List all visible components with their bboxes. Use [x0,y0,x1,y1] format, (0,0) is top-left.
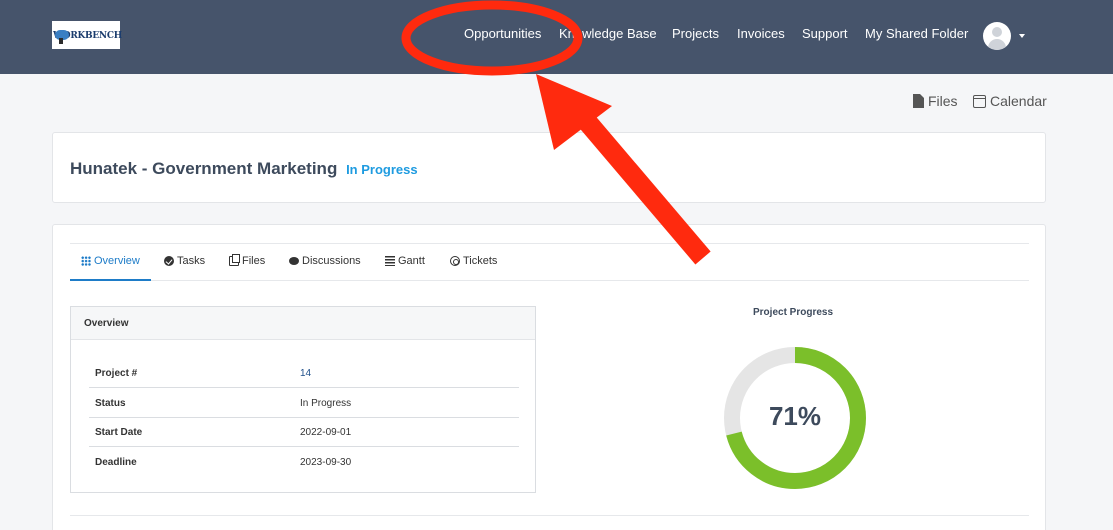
progress-percent-label: 71% [768,401,822,431]
project-header-card: Hunatek - Government Marketing In Progre… [52,132,1046,203]
nav-my-shared-folder[interactable]: My Shared Folder [865,26,968,41]
overview-row-project-number: Project # 14 [89,358,519,388]
overview-row-value: In Progress [300,398,352,409]
overview-row-deadline: Deadline 2023-09-30 [89,447,519,477]
project-progress-title: Project Progress [753,307,834,318]
project-title: Hunatek - Government Marketing In Progre… [70,159,418,179]
project-name: Hunatek - Government Marketing [70,159,338,178]
nav-knowledge-base[interactable]: Knowledge Base [559,26,657,41]
nav-opportunities[interactable]: Opportunities [464,26,541,41]
calendar-icon [973,94,986,108]
overview-row-label: Deadline [95,457,137,468]
tab-overview-label: Overview [94,255,140,267]
tab-tasks[interactable]: Tasks [164,255,205,267]
chat-icon [289,257,299,265]
files-icon [229,254,240,266]
tab-tasks-label: Tasks [177,255,206,267]
overview-row-value: 2023-09-30 [300,457,352,468]
project-status-badge: In Progress [346,162,418,177]
overview-panel: Overview Project # 14 Status In Progress… [70,306,536,493]
file-icon [913,94,924,108]
overview-heading: Overview [71,307,535,340]
grid-icon [81,256,91,266]
overview-row-value: 2022-09-01 [300,427,352,438]
top-navbar: WORKBENCH Opportunities Knowledge Base P… [0,0,1113,74]
tab-discussions[interactable]: Discussions [289,255,361,267]
workbench-logo[interactable]: WORKBENCH [52,21,122,49]
check-circle-icon [164,256,174,266]
tab-files[interactable]: Files [229,254,266,267]
files-link-label: Files [928,93,958,109]
project-detail-card: Overview Tasks Files Discussions Gantt T… [52,224,1046,530]
overview-row-start-date: Start Date 2022-09-01 [89,417,519,447]
nav-support[interactable]: Support [802,26,848,41]
tab-overview[interactable]: Overview [81,255,140,267]
gantt-icon [385,256,395,266]
user-avatar[interactable] [983,22,1011,50]
tab-discussions-label: Discussions [302,255,361,267]
calendar-link-label: Calendar [990,93,1047,109]
user-menu-caret-icon[interactable] [1019,34,1025,38]
tab-tickets-label: Tickets [463,255,498,267]
nav-invoices[interactable]: Invoices [737,26,785,41]
lifebuoy-icon [450,256,460,266]
calendar-link[interactable]: Calendar [973,93,1047,109]
card-bottom-divider [70,515,1029,516]
tabs-divider-top [70,243,1029,244]
tab-gantt[interactable]: Gantt [385,255,425,267]
tabs-divider-bottom [70,280,1029,281]
overview-row-status: Status In Progress [89,388,519,418]
overview-row-label: Project # [95,368,138,379]
tab-tickets[interactable]: Tickets [450,255,497,267]
nav-projects[interactable]: Projects [672,26,719,41]
overview-row-label: Status [95,398,126,409]
tab-files-label: Files [242,255,266,267]
active-tab-indicator [70,279,151,281]
overview-row-label: Start Date [95,427,143,438]
files-link[interactable]: Files [913,93,958,109]
tab-gantt-label: Gantt [398,255,425,267]
overview-row-value: 14 [300,368,312,379]
